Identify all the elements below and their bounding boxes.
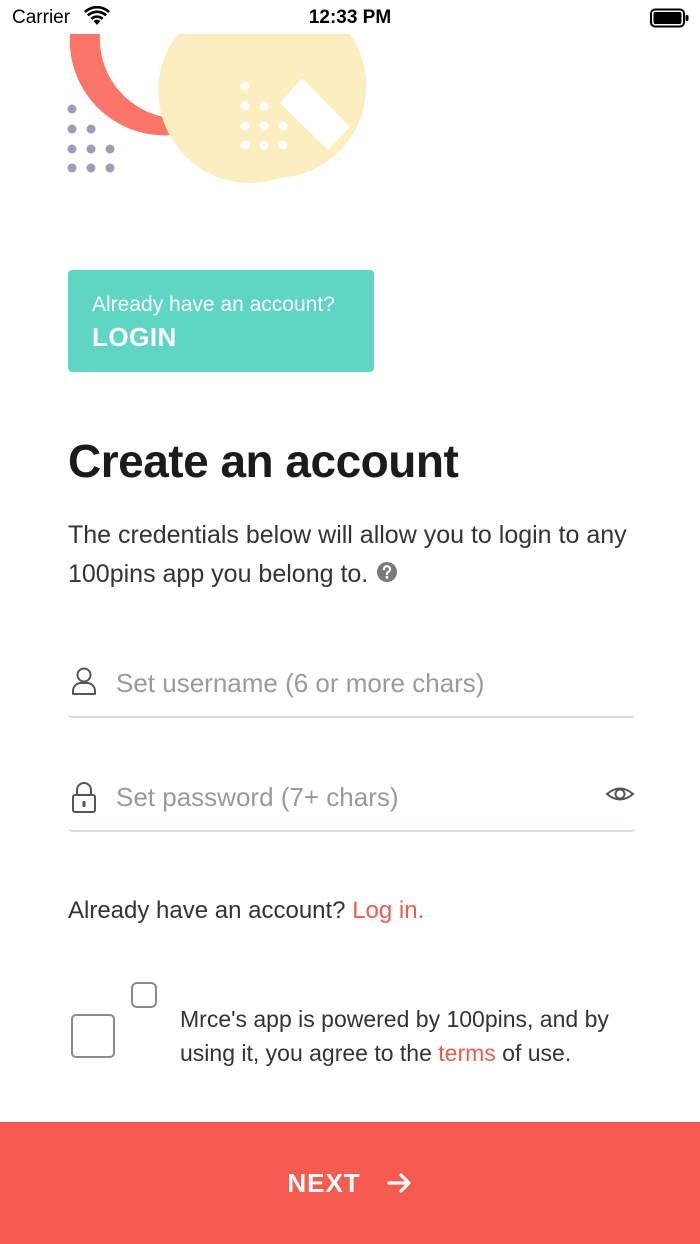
help-icon[interactable] [376,561,398,583]
intro-text: The credentials below will allow you to … [68,516,648,594]
terms-text-after: of use. [495,1040,572,1066]
lock-icon [72,782,96,813]
user-icon [72,667,96,695]
terms-text: Mrce's app is powered by 100pins, and by… [180,1002,660,1070]
login-banner-question: Already have an account? [92,293,335,316]
login-banner-cta: LOGIN [92,322,177,352]
hero-illustration [67,34,367,183]
login-prompt: Already have an account? Log in. [68,897,424,925]
password-input[interactable] [116,772,596,822]
login-banner-button[interactable]: Already have an account? LOGIN [68,270,374,372]
next-button[interactable]: NEXT [0,1122,700,1244]
page-title: Create an account [68,435,459,487]
username-input[interactable] [116,658,596,708]
login-prompt-text: Already have an account? [68,897,353,924]
terms-checkbox[interactable] [71,1014,115,1058]
next-button-label: NEXT [287,1167,361,1198]
small-checkbox[interactable] [131,982,157,1008]
username-field [68,658,635,718]
clock: 12:33 PM [308,7,392,28]
status-bar: Carrier 12:33 PM [0,0,700,36]
arrow-right-icon [387,1173,411,1193]
password-field [68,772,635,832]
login-link[interactable]: Log in. [352,897,424,924]
battery-icon [650,8,689,28]
terms-link[interactable]: terms [438,1040,496,1066]
intro-copy: The credentials below will allow you to … [68,521,627,588]
eye-icon[interactable] [605,782,635,806]
